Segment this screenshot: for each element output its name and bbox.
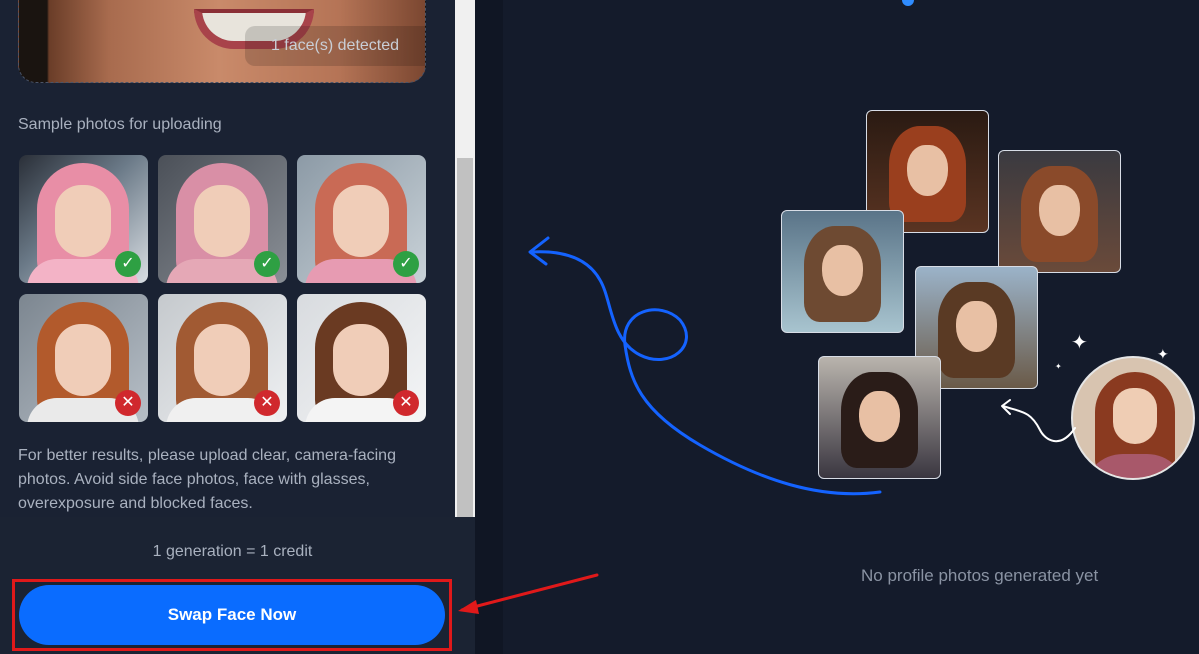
sample-photo-bad-1: ✕ — [19, 294, 148, 422]
sample-photo-good-2: ✓ — [158, 155, 287, 283]
sparkle-icon: ✦ — [1055, 362, 1062, 371]
sparkle-icon: ✦ — [1157, 346, 1169, 362]
sample-photo-bad-3: ✕ — [297, 294, 426, 422]
example-photo-victorian — [818, 356, 941, 479]
check-icon: ✓ — [393, 251, 419, 277]
loading-dot — [902, 0, 914, 6]
sample-photo-bad-2: ✕ — [158, 294, 287, 422]
example-photo-hat — [781, 210, 904, 333]
action-footer: 1 generation = 1 credit Swap Face Now — [0, 517, 475, 654]
sample-photo-good-3: ✓ — [297, 155, 426, 283]
scrollbar-thumb[interactable] — [457, 158, 473, 517]
cross-icon: ✕ — [254, 390, 280, 416]
face-detected-badge: 1 face(s) detected — [245, 26, 425, 66]
check-icon: ✓ — [115, 251, 141, 277]
check-icon: ✓ — [254, 251, 280, 277]
sparkle-icon: ✦ — [1071, 332, 1088, 354]
panel-scrollbar[interactable] — [455, 0, 475, 517]
uploaded-photo-preview[interactable]: 1 face(s) detected — [18, 0, 426, 83]
sample-photo-good-1: ✓ — [19, 155, 148, 283]
upload-tip-text: For better results, please upload clear,… — [18, 447, 396, 512]
empty-results-message: No profile photos generated yet — [861, 566, 1099, 585]
app-root: 1 face(s) detected Sample photos for upl… — [0, 0, 1199, 654]
sample-photos-title: Sample photos for uploading — [18, 116, 222, 133]
swap-face-button[interactable]: Swap Face Now — [19, 585, 445, 645]
upload-panel: 1 face(s) detected Sample photos for upl… — [0, 0, 455, 517]
panel-divider — [475, 0, 503, 654]
example-source-photo — [1071, 356, 1195, 480]
results-area: ✦ ✦ ✦ No profile photos generated yet — [503, 0, 1199, 654]
cross-icon: ✕ — [115, 390, 141, 416]
credit-cost-note: 1 generation = 1 credit — [152, 543, 313, 560]
cross-icon: ✕ — [393, 390, 419, 416]
example-photo-astronaut — [998, 150, 1121, 273]
